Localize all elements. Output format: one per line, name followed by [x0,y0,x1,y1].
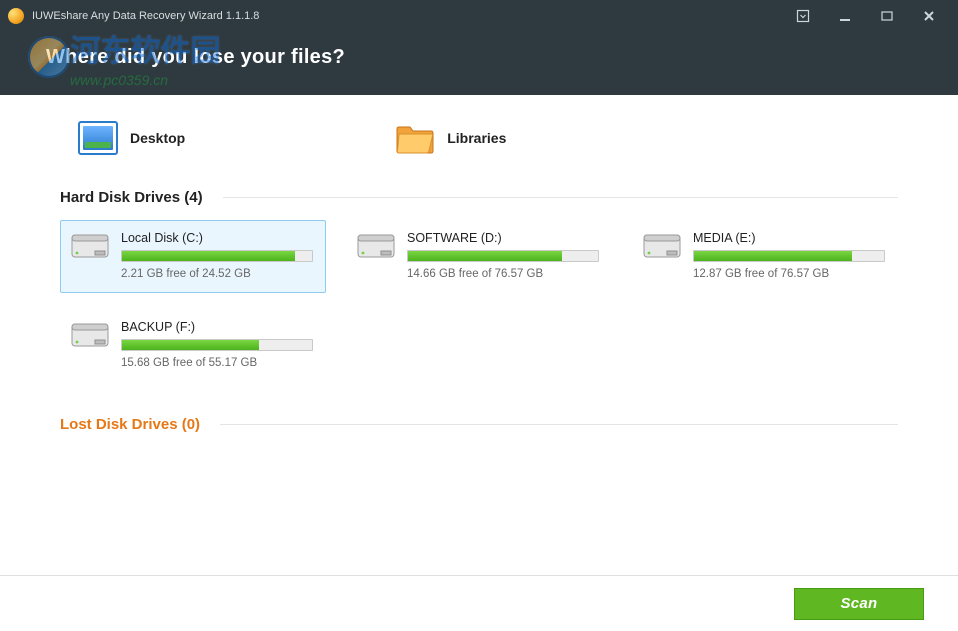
location-libraries[interactable]: Libraries [395,121,506,155]
drive-info: MEDIA (E:) 12.87 GB free of 76.57 GB [693,231,885,280]
drive-name: SOFTWARE (D:) [407,231,599,245]
divider [220,424,898,425]
drive-free-text: 2.21 GB free of 24.52 GB [121,268,313,280]
drive-name: BACKUP (F:) [121,320,313,334]
drive-usage-bar [407,250,599,262]
drive-usage-bar [693,250,885,262]
drive-usage-fill [694,251,852,261]
location-desktop[interactable]: Desktop [78,121,185,155]
hdd-icon [71,231,109,261]
scan-button[interactable]: Scan [794,588,924,620]
hard-disk-section-header: Hard Disk Drives (4) [60,189,898,206]
drive-hdd-icon [357,231,395,261]
divider [223,197,898,198]
drive-free-text: 12.87 GB free of 76.57 GB [693,268,885,280]
banner: 河东软件园 www.pc0359.cn Where did you lose y… [0,32,958,95]
content-area: Desktop Libraries Hard Disk Drives (4) L… [0,95,958,575]
folder-icon [395,121,435,155]
drive-usage-fill [122,340,259,350]
desktop-icon [78,121,118,155]
quick-locations: Desktop Libraries [60,121,898,167]
drive-info: BACKUP (F:) 15.68 GB free of 55.17 GB [121,320,313,369]
maximize-icon [880,9,894,23]
drive-name: Local Disk (C:) [121,231,313,245]
close-button[interactable] [908,0,950,32]
lost-disk-section-header: Lost Disk Drives (0) [60,416,898,433]
drive-info: Local Disk (C:) 2.21 GB free of 24.52 GB [121,231,313,280]
hdd-icon [71,320,109,350]
drive-item[interactable]: Local Disk (C:) 2.21 GB free of 24.52 GB [60,220,326,293]
location-desktop-label: Desktop [130,130,185,146]
drive-hdd-icon [643,231,681,261]
minimize-button[interactable] [824,0,866,32]
drive-info: SOFTWARE (D:) 14.66 GB free of 76.57 GB [407,231,599,280]
drive-item[interactable]: BACKUP (F:) 15.68 GB free of 55.17 GB [60,309,326,382]
drive-item[interactable]: MEDIA (E:) 12.87 GB free of 76.57 GB [632,220,898,293]
drive-free-text: 14.66 GB free of 76.57 GB [407,268,599,280]
drive-item[interactable]: SOFTWARE (D:) 14.66 GB free of 76.57 GB [346,220,612,293]
hdd-icon [643,231,681,261]
close-icon [922,9,936,23]
drives-grid: Local Disk (C:) 2.21 GB free of 24.52 GB… [60,220,898,382]
drive-usage-fill [122,251,295,261]
app-title: IUWEshare Any Data Recovery Wizard 1.1.1… [32,10,259,22]
drive-name: MEDIA (E:) [693,231,885,245]
dropdown-button[interactable] [782,0,824,32]
footer: Scan [0,575,958,631]
page-title: Where did you lose your files? [46,46,926,69]
app-icon [8,8,24,24]
drive-hdd-icon [71,231,109,261]
drive-free-text: 15.68 GB free of 55.17 GB [121,357,313,369]
lost-disk-section-title: Lost Disk Drives (0) [60,416,220,433]
drive-usage-bar [121,339,313,351]
location-libraries-label: Libraries [447,130,506,146]
hard-disk-section-title: Hard Disk Drives (4) [60,189,223,206]
drive-usage-fill [408,251,562,261]
hdd-icon [357,231,395,261]
drive-usage-bar [121,250,313,262]
app-window: IUWEshare Any Data Recovery Wizard 1.1.1… [0,0,958,631]
watermark-url: www.pc0359.cn [70,72,220,88]
dropdown-icon [796,9,810,23]
title-bar: IUWEshare Any Data Recovery Wizard 1.1.1… [0,0,958,32]
maximize-button[interactable] [866,0,908,32]
minimize-icon [838,9,852,23]
drive-hdd-icon [71,320,109,350]
